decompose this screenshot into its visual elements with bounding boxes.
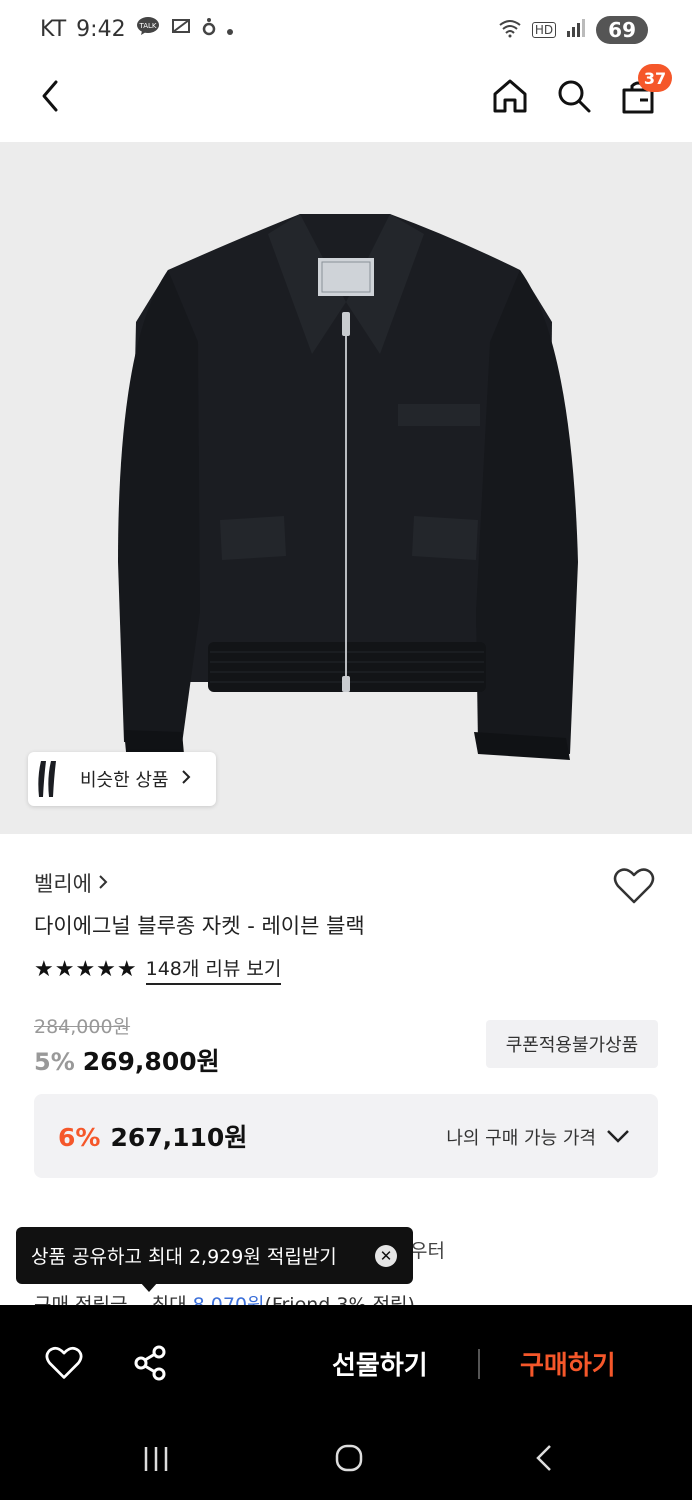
- wifi-icon: [498, 18, 522, 42]
- my-price-box[interactable]: 6% 267,110원 나의 구매 가능 가격: [34, 1094, 658, 1178]
- my-price-label: 나의 구매 가능 가격: [446, 1128, 596, 1149]
- back-icon[interactable]: [36, 78, 66, 118]
- divider: [478, 1349, 480, 1379]
- signal-icon: [566, 18, 586, 42]
- rating-stars: ★★★★★: [34, 957, 138, 982]
- recent-apps-icon[interactable]: [142, 1445, 170, 1477]
- battery-indicator: 69: [596, 16, 648, 44]
- clock: 9:42: [76, 16, 126, 42]
- similar-products-button[interactable]: 비슷한 상품: [28, 752, 216, 806]
- share-icon[interactable]: [132, 1345, 168, 1385]
- app-header: 37: [0, 60, 692, 140]
- rating-row: ★★★★★ 148개 리뷰 보기: [34, 954, 282, 985]
- review-link[interactable]: 148개 리뷰 보기: [145, 954, 282, 985]
- similar-label: 비슷한 상품: [80, 770, 169, 791]
- chevron-down-icon: [606, 1127, 630, 1148]
- sale-price: 269,800원: [82, 1047, 220, 1076]
- search-icon[interactable]: [554, 76, 594, 120]
- jacket-image: [118, 214, 578, 760]
- share-tooltip: 상품 공유하고 최대 2,929원 적립받기 ✕: [16, 1227, 413, 1284]
- notification-icon: [202, 16, 216, 42]
- close-icon[interactable]: ✕: [375, 1244, 397, 1267]
- svg-text:TALK: TALK: [138, 22, 156, 30]
- similar-thumbnail: [32, 752, 64, 806]
- chevron-right-icon: [181, 769, 191, 789]
- chevron-right-icon: [98, 871, 108, 895]
- discount-rate: 5%: [34, 1048, 75, 1076]
- my-price-value: 267,110원: [110, 1123, 248, 1152]
- product-title: 다이에그널 블루종 자켓 - 레이븐 블랙: [34, 914, 365, 938]
- carrier: KT: [40, 16, 67, 42]
- partial-text: 우터: [410, 1240, 445, 1262]
- dot-icon: [226, 17, 234, 42]
- buy-button[interactable]: 구매하기: [520, 1345, 616, 1382]
- gift-button[interactable]: 선물하기: [332, 1345, 428, 1382]
- talk-icon: TALK: [136, 16, 160, 42]
- brand-link[interactable]: 벨리에: [34, 868, 108, 898]
- brand-name: 벨리에: [34, 872, 92, 896]
- wishlist-heart-icon[interactable]: [612, 866, 656, 910]
- bottom-bar: 선물하기 구매하기: [0, 1305, 692, 1500]
- price-row: 5% 269,800원: [34, 1042, 220, 1078]
- no-disturb-icon: [170, 16, 192, 42]
- nav-back-icon[interactable]: [532, 1443, 556, 1477]
- status-bar: KT 9:42 TALK HD 69: [0, 0, 692, 60]
- cart-count-badge: 37: [638, 64, 672, 92]
- my-discount-rate: 6%: [58, 1123, 101, 1152]
- tooltip-arrow: [140, 1282, 158, 1292]
- coupon-ineligible-tag: 쿠폰적용불가상품: [486, 1020, 658, 1068]
- home-icon[interactable]: [490, 76, 530, 120]
- status-left: KT 9:42 TALK: [40, 16, 234, 42]
- original-price: 284,000원: [34, 1016, 131, 1038]
- my-price: 6% 267,110원: [58, 1118, 247, 1154]
- home-button-icon[interactable]: [334, 1443, 364, 1477]
- hd-icon: HD: [531, 22, 557, 38]
- status-right: HD 69: [498, 16, 648, 44]
- product-image[interactable]: [0, 142, 692, 834]
- like-heart-icon[interactable]: [44, 1345, 84, 1385]
- my-price-toggle[interactable]: 나의 구매 가능 가격: [446, 1124, 630, 1150]
- tooltip-text: 상품 공유하고 최대 2,929원 적립받기: [31, 1246, 337, 1268]
